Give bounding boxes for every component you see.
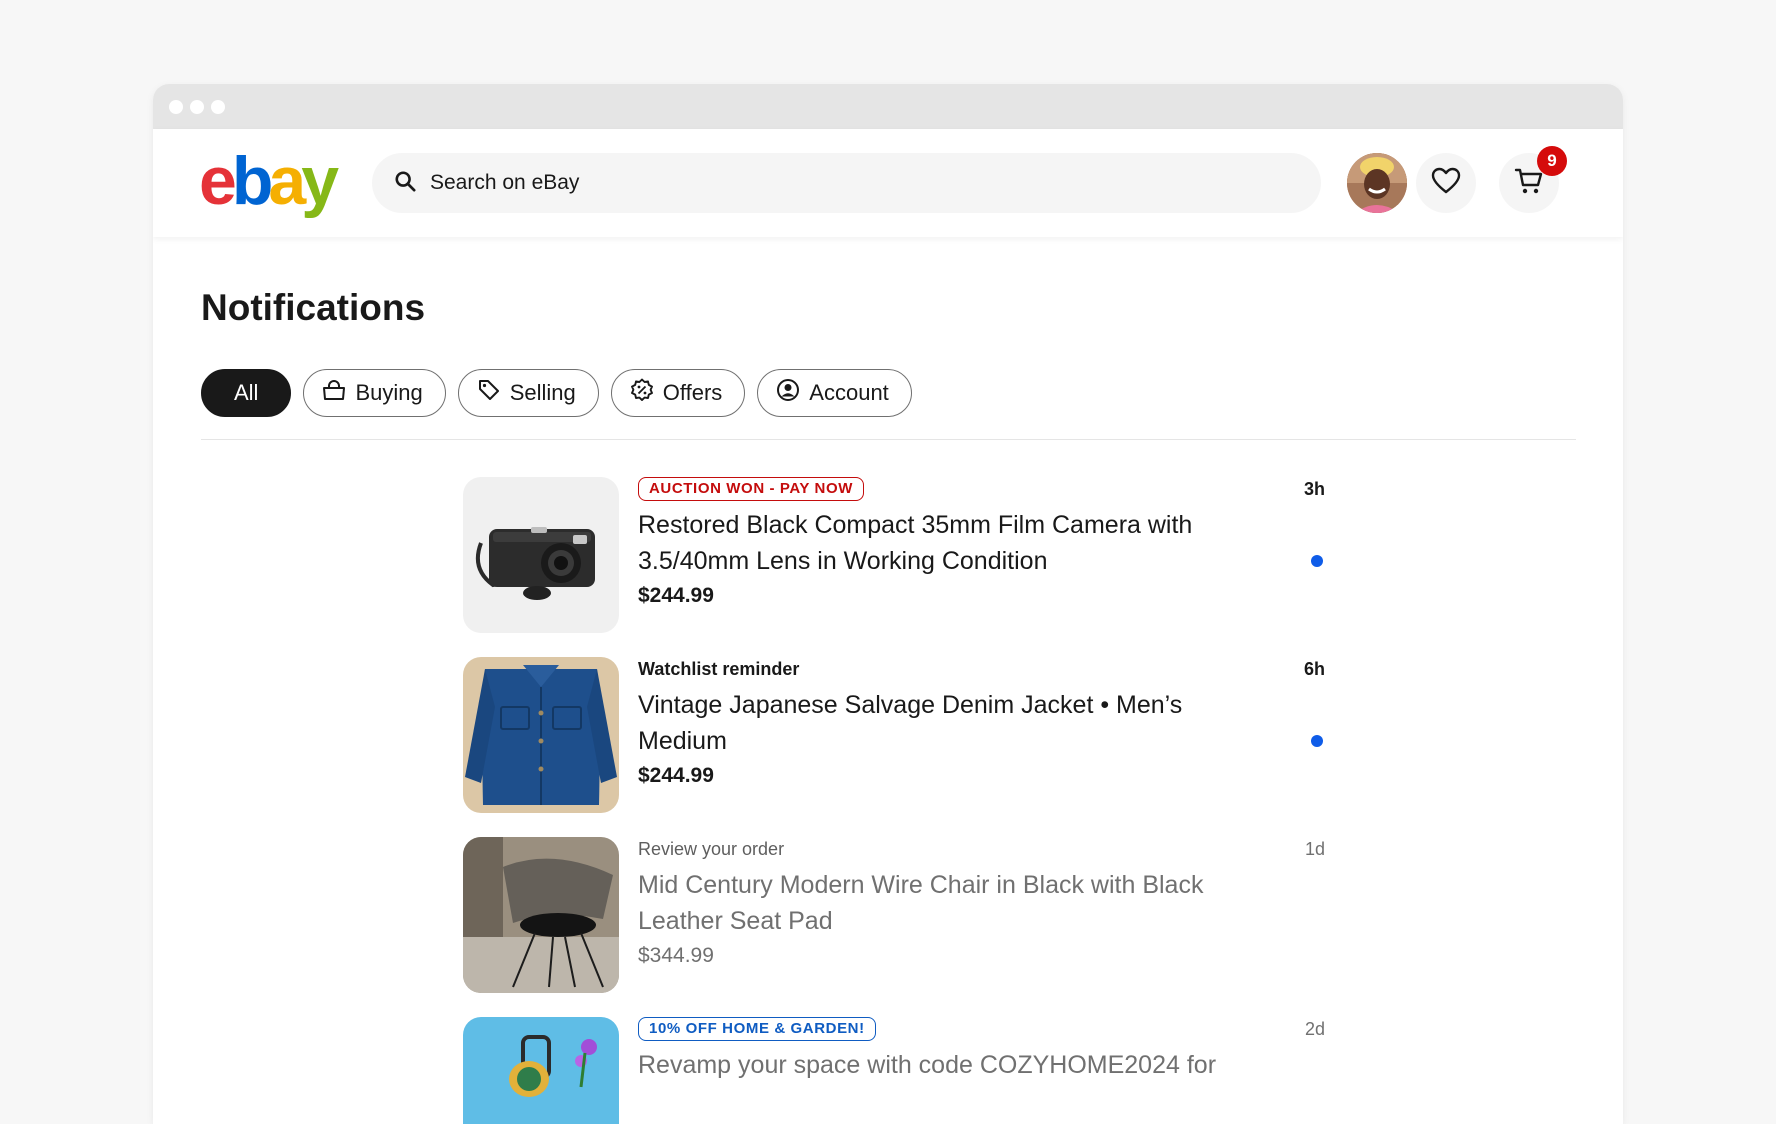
item-title[interactable]: Mid Century Modern Wire Chair in Black w…: [638, 867, 1238, 939]
search-bar[interactable]: [372, 153, 1321, 213]
window-control-dot[interactable]: [211, 99, 225, 114]
notification-item[interactable]: Watchlist reminder Vintage Japanese Salv…: [463, 657, 1325, 813]
avatar[interactable]: [1347, 153, 1407, 213]
item-price: $244.99: [638, 584, 714, 607]
search-icon: [394, 170, 416, 197]
divider: [201, 439, 1576, 440]
timestamp: 3h: [1303, 479, 1325, 499]
notification-content: AUCTION WON - PAY NOW Restored Black Com…: [638, 477, 1238, 608]
window-control-dot[interactable]: [169, 99, 183, 114]
watchlist-button[interactable]: [1416, 153, 1476, 213]
product-thumbnail[interactable]: [463, 657, 619, 813]
unread-dot: [1311, 735, 1323, 747]
filter-chip-offers[interactable]: Offers: [610, 369, 746, 417]
item-title-line: Medium: [638, 727, 727, 755]
promo-badge: 10% OFF HOME & GARDEN!: [638, 1017, 876, 1041]
filter-chip-label: Account: [809, 380, 889, 405]
product-thumbnail[interactable]: [463, 477, 619, 633]
filter-chip-buying[interactable]: Buying: [303, 369, 446, 417]
filter-chip-label: Selling: [509, 380, 576, 405]
cart-button[interactable]: 9: [1499, 146, 1567, 213]
tag-icon: [477, 378, 501, 408]
item-price: $244.99: [638, 764, 714, 787]
notification-content: 10% OFF HOME & GARDEN! Revamp your space…: [638, 1017, 1238, 1083]
item-title[interactable]: Revamp your space with code COZYHOME2024…: [638, 1047, 1238, 1083]
unread-dot: [1311, 555, 1323, 567]
notification-item[interactable]: AUCTION WON - PAY NOW Restored Black Com…: [463, 477, 1325, 633]
page-title: Notifications: [201, 287, 426, 328]
notification-content: Watchlist reminder Vintage Japanese Salv…: [638, 657, 1238, 788]
cart-count-badge: 9: [1537, 146, 1567, 176]
filter-chip-label: Buying: [355, 380, 423, 405]
window-control-dot[interactable]: [190, 99, 204, 114]
window-titlebar: [153, 84, 1623, 129]
search-input[interactable]: [430, 171, 1290, 195]
filter-chip-all[interactable]: All: [201, 369, 292, 417]
item-title-line: Revamp your space with code COZYHOME2024…: [638, 1051, 1217, 1079]
offer-badge-icon: [630, 378, 654, 408]
browser-window: ebay 9: [153, 84, 1623, 1124]
heart-icon: [1431, 167, 1461, 200]
logo-letter-b: b: [231, 143, 273, 219]
item-title[interactable]: Restored Black Compact 35mm Film Camera …: [638, 507, 1238, 579]
item-price: $344.99: [638, 944, 714, 967]
cart-icon: [1514, 167, 1544, 200]
product-thumbnail[interactable]: [463, 1017, 619, 1124]
item-title-line: Vintage Japanese Salvage Denim Jacket • …: [638, 691, 1183, 719]
logo-letter-a: a: [268, 143, 306, 219]
filter-chip-label: All: [234, 380, 259, 405]
shopping-bag-icon: [322, 379, 346, 407]
notification-item[interactable]: 10% OFF HOME & GARDEN! Revamp your space…: [463, 1017, 1325, 1124]
notification-kicker: Review your order: [638, 839, 785, 859]
filter-chips: All Buying Selling Offers Account: [201, 369, 912, 417]
notification-kicker: Watchlist reminder: [638, 659, 800, 679]
ebay-logo[interactable]: ebay: [199, 147, 339, 215]
item-title-line: Leather Seat Pad: [638, 907, 833, 935]
filter-chip-account[interactable]: Account: [757, 369, 912, 417]
site-header: ebay 9: [153, 129, 1623, 237]
notification-content: Review your order Mid Century Modern Wir…: [638, 837, 1238, 968]
logo-letter-e: e: [199, 143, 237, 219]
user-circle-icon: [776, 378, 800, 408]
item-title-line: 3.5/40mm Lens in Working Condition: [638, 547, 1048, 575]
logo-letter-y: y: [301, 143, 339, 219]
notification-item[interactable]: Review your order Mid Century Modern Wir…: [463, 837, 1325, 993]
filter-chip-label: Offers: [662, 380, 723, 405]
item-title-line: Mid Century Modern Wire Chair in Black w…: [638, 871, 1204, 899]
timestamp: 1d: [1304, 839, 1325, 859]
timestamp: 2d: [1304, 1019, 1325, 1039]
status-badge: AUCTION WON - PAY NOW: [638, 477, 864, 501]
timestamp: 6h: [1303, 659, 1325, 679]
item-title-line: Restored Black Compact 35mm Film Camera …: [638, 511, 1193, 539]
product-thumbnail[interactable]: [463, 837, 619, 993]
filter-chip-selling[interactable]: Selling: [457, 369, 599, 417]
item-title[interactable]: Vintage Japanese Salvage Denim Jacket • …: [638, 687, 1238, 759]
